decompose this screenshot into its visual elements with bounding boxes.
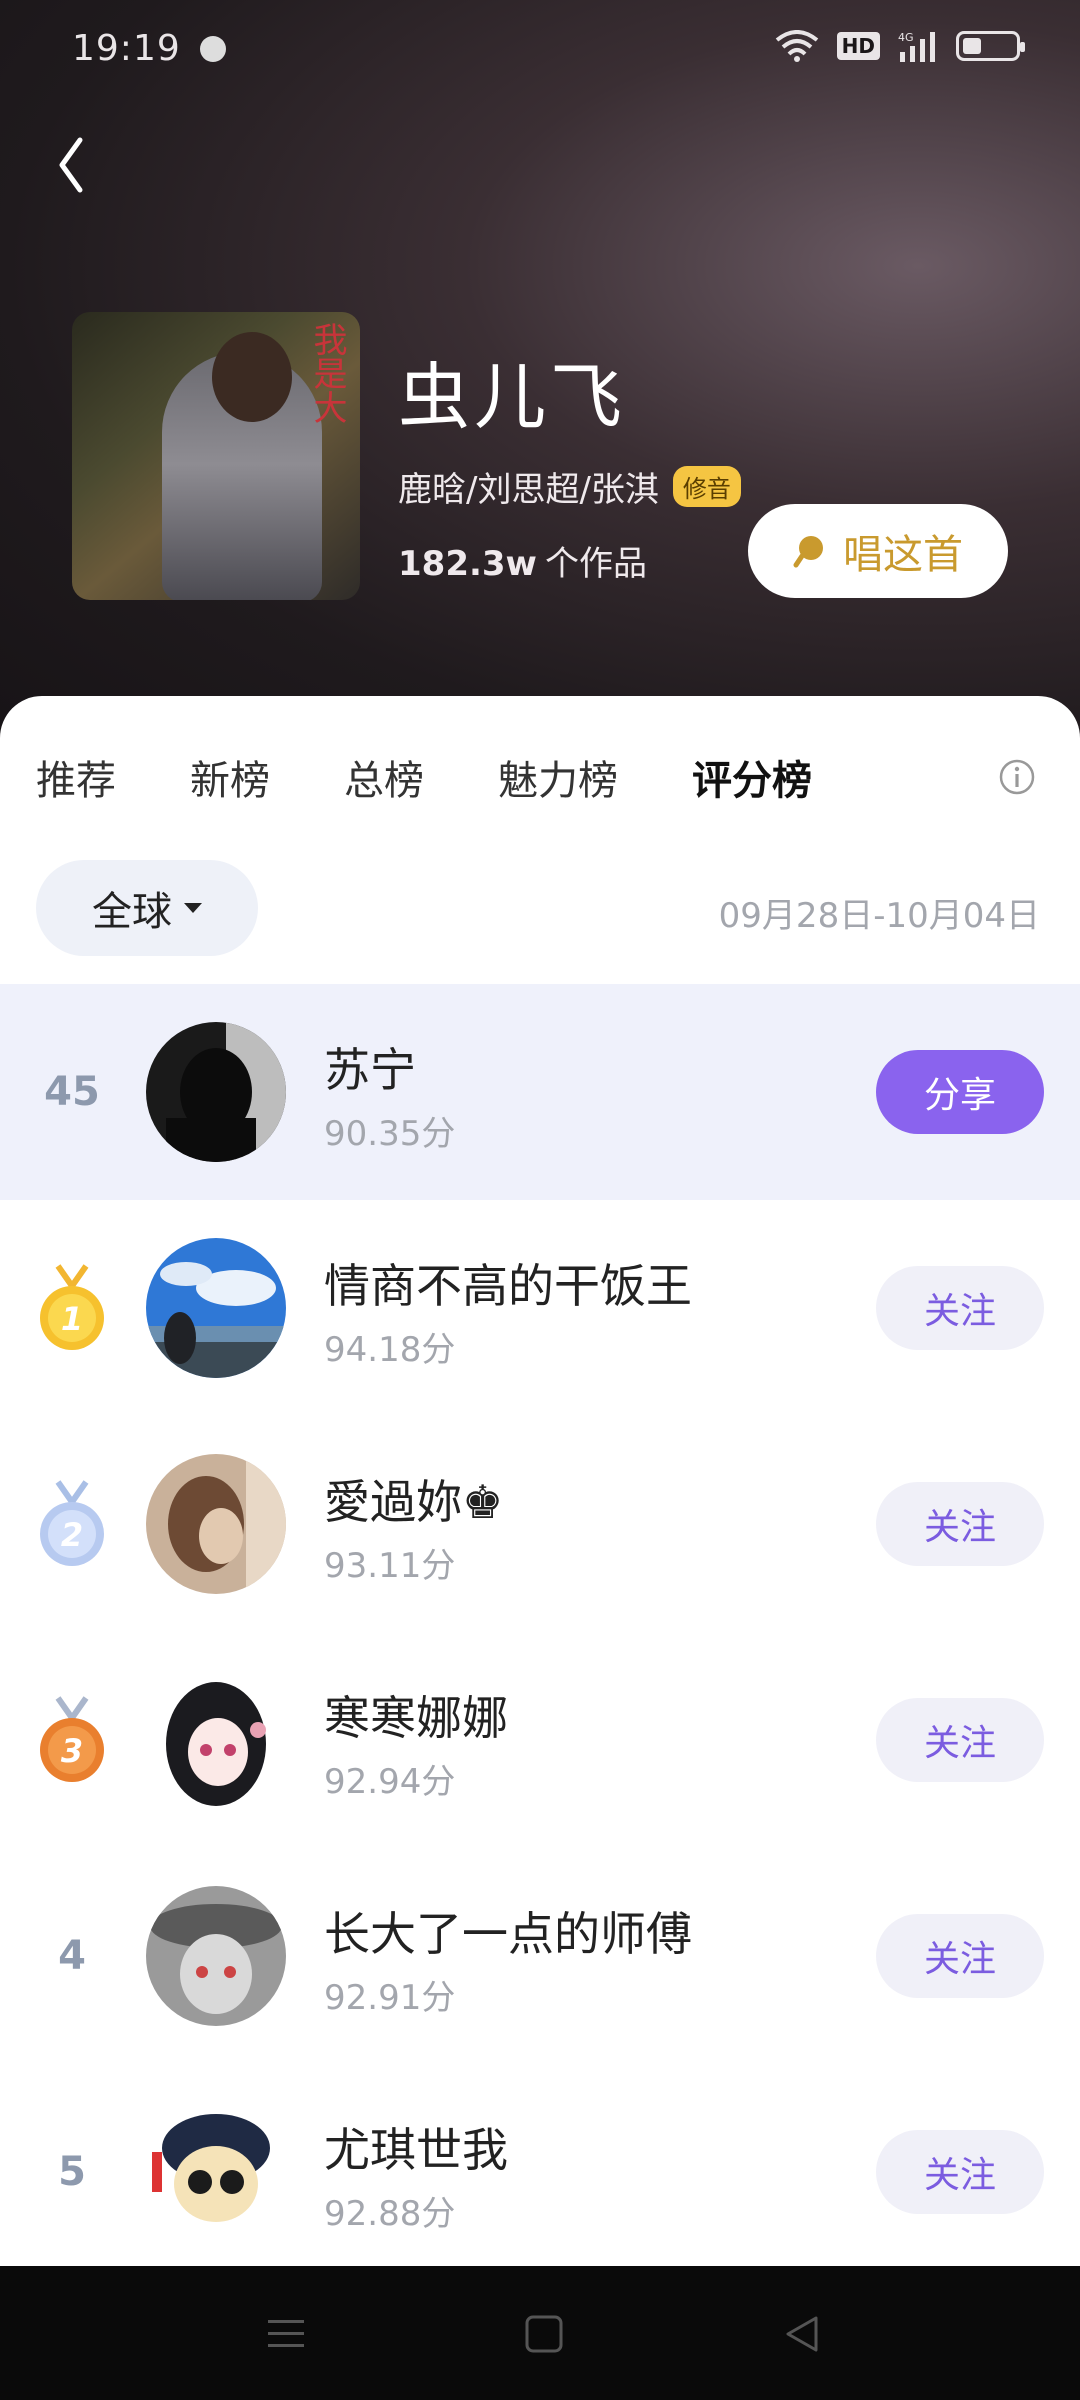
status-time: 19:19 — [72, 28, 181, 69]
rank-number: 45 — [44, 1069, 100, 1115]
signal-icon: 4G — [898, 31, 935, 62]
hd-icon: HD — [836, 32, 880, 60]
wifi-icon — [775, 30, 818, 62]
user-name: 尤琪世我 — [324, 2123, 508, 2177]
rank-number: 4 — [58, 1933, 86, 1979]
ranking-list: 45 苏宁 90.35分 分享 1 情商不高的干饭王 94.18分 关注 2 愛… — [0, 984, 1080, 2280]
cover-text: 我是大 — [307, 322, 347, 424]
works-number: 182.3w — [398, 544, 537, 584]
follow-button[interactable]: 关注 — [876, 2130, 1044, 2214]
info-icon[interactable] — [998, 758, 1036, 796]
header-background: 19:19 HD 4G 我是大 虫儿飞 鹿晗/刘思超/张淇 修音 182.3w … — [0, 0, 1080, 760]
region-select[interactable]: 全球 — [36, 860, 258, 956]
user-score: 92.91分 — [324, 1978, 456, 2018]
rank-number: 3 — [61, 1732, 83, 1770]
ranking-tabs: 推荐 新榜 总榜 魅力榜 评分榜 — [36, 748, 886, 806]
back-arrow-icon[interactable] — [50, 130, 90, 200]
tab-recommend[interactable]: 推荐 — [36, 748, 116, 806]
back-triangle-icon[interactable] — [782, 2314, 822, 2354]
rank-number: 5 — [58, 2149, 86, 2195]
list-item[interactable]: 4 长大了一点的师傅 92.91分 关注 — [0, 1848, 1080, 2064]
battery-icon — [956, 31, 1025, 61]
avatar[interactable] — [146, 1670, 286, 1810]
home-icon[interactable] — [524, 2314, 564, 2354]
status-bar: 19:19 HD 4G — [0, 0, 1080, 100]
sing-button-label: 唱这首 — [843, 532, 963, 578]
mic-icon — [793, 536, 823, 568]
share-button[interactable]: 分享 — [876, 1050, 1044, 1134]
menu-icon[interactable] — [266, 2314, 306, 2354]
gold-medal-icon: 1 — [40, 1264, 104, 1350]
caret-down-icon — [184, 903, 202, 913]
works-suffix: 个作品 — [544, 544, 647, 584]
battery-level — [963, 38, 981, 54]
tab-new[interactable]: 新榜 — [190, 748, 270, 806]
user-name: 长大了一点的师傅 — [324, 1907, 692, 1961]
follow-button[interactable]: 关注 — [876, 1266, 1044, 1350]
avatar[interactable] — [146, 1886, 286, 2026]
avatar[interactable] — [146, 1454, 286, 1594]
user-score: 90.35分 — [324, 1114, 456, 1154]
user-score: 92.88分 — [324, 2194, 456, 2234]
avatar[interactable] — [146, 1022, 286, 1162]
region-label: 全球 — [92, 889, 172, 935]
avatar[interactable] — [146, 1238, 286, 1378]
avatar[interactable] — [146, 2102, 286, 2242]
list-item[interactable]: 1 情商不高的干饭王 94.18分 关注 — [0, 1200, 1080, 1416]
user-name: 寒寒娜娜 — [324, 1691, 508, 1745]
list-item[interactable]: 2 愛過妳♚ 93.11分 关注 — [0, 1416, 1080, 1632]
list-item[interactable]: 5 尤琪世我 92.88分 关注 — [0, 2064, 1080, 2280]
follow-button[interactable]: 关注 — [876, 1482, 1044, 1566]
follow-button[interactable]: 关注 — [876, 1914, 1044, 1998]
cover-head — [212, 332, 292, 422]
status-icons: HD 4G — [775, 30, 1025, 62]
song-cover: 我是大 — [72, 312, 360, 600]
ranking-sheet: 推荐 新榜 总榜 魅力榜 评分榜 全球 09月28日-10月04日 45 苏宁 … — [0, 696, 1080, 2266]
network-type: 4G — [898, 31, 914, 44]
user-name: 情商不高的干饭王 — [324, 1259, 692, 1313]
artist-names: 鹿晗/刘思超/张淇 — [398, 470, 659, 510]
user-score: 92.94分 — [324, 1762, 456, 1802]
user-name: 苏宁 — [324, 1043, 416, 1097]
sing-this-button[interactable]: 唱这首 — [748, 504, 1008, 598]
page: 19:19 HD 4G 我是大 虫儿飞 鹿晗/刘思超/张淇 修音 182.3w … — [0, 0, 1080, 2400]
user-score: 94.18分 — [324, 1330, 456, 1370]
tab-overall[interactable]: 总榜 — [344, 748, 424, 806]
rank-number: 1 — [61, 1300, 83, 1338]
user-score: 93.11分 — [324, 1546, 456, 1586]
bronze-medal-icon: 3 — [40, 1696, 104, 1782]
works-count: 182.3w 个作品 — [398, 536, 647, 585]
silver-medal-icon: 2 — [40, 1480, 104, 1566]
my-rank-row[interactable]: 45 苏宁 90.35分 分享 — [0, 984, 1080, 1200]
tab-charm[interactable]: 魅力榜 — [498, 748, 618, 806]
tune-badge: 修音 — [672, 466, 741, 507]
notification-icon — [200, 36, 226, 62]
artists: 鹿晗/刘思超/张淇 修音 — [398, 462, 741, 511]
song-title: 虫儿飞 — [398, 355, 627, 439]
list-item[interactable]: 3 寒寒娜娜 92.94分 关注 — [0, 1632, 1080, 1848]
tab-score[interactable]: 评分榜 — [692, 748, 812, 806]
user-name: 愛過妳♚ — [324, 1475, 504, 1529]
follow-button[interactable]: 关注 — [876, 1698, 1044, 1782]
date-range: 09月28日-10月04日 — [718, 896, 1040, 936]
system-nav-bar — [0, 2266, 1080, 2400]
rank-number: 2 — [61, 1516, 83, 1554]
